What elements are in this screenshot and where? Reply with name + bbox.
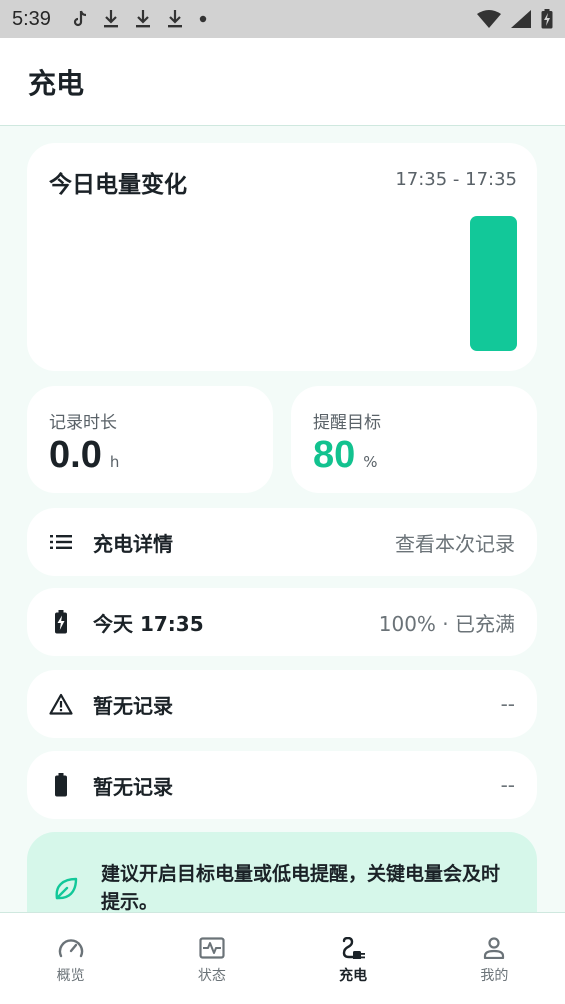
row-value: -- bbox=[500, 773, 515, 797]
record-duration-label: 记录时长 bbox=[49, 413, 117, 433]
reminder-target-label: 提醒目标 bbox=[313, 413, 381, 433]
download-icon bbox=[135, 10, 150, 28]
charge-details-row[interactable]: 充电详情 查看本次记录 bbox=[27, 508, 537, 576]
record-duration-unit: h bbox=[109, 453, 120, 471]
reminder-target-value: 80 bbox=[313, 434, 356, 476]
reminder-target-value-group: 80 % bbox=[313, 434, 378, 477]
download-icon bbox=[167, 10, 182, 28]
warning-icon bbox=[49, 692, 73, 716]
row-title: 今天 17:35 bbox=[93, 611, 204, 636]
gauge-icon bbox=[58, 939, 83, 958]
nav-label: 充电 bbox=[339, 968, 368, 984]
nav-label: 状态 bbox=[197, 968, 226, 984]
person-icon bbox=[484, 937, 505, 959]
nav-item-status[interactable]: 状态 bbox=[141, 913, 282, 1004]
nav-item-overview[interactable]: 概览 bbox=[0, 913, 141, 1004]
nav-item-charging[interactable]: 充电 bbox=[283, 913, 424, 1004]
row-value: 100% · 已充满 bbox=[378, 611, 515, 636]
row-value: -- bbox=[500, 692, 515, 716]
battery-change-chart-card: 今日电量变化 17:35 - 17:35 bbox=[27, 143, 537, 371]
nav-item-profile[interactable]: 我的 bbox=[424, 913, 565, 1004]
download-icon bbox=[103, 10, 118, 28]
nav-label: 概览 bbox=[56, 968, 85, 984]
battery-record-row[interactable]: 暂无记录 -- bbox=[27, 751, 537, 819]
reminder-target-unit: % bbox=[363, 453, 378, 471]
status-right-icons bbox=[477, 9, 553, 29]
leaf-icon bbox=[53, 876, 79, 906]
reminder-target-card[interactable]: 提醒目标 80 % bbox=[291, 386, 537, 493]
record-duration-value: 0.0 bbox=[49, 434, 102, 476]
status-time: 5:39 bbox=[12, 7, 51, 30]
app-bar: 充电 bbox=[0, 38, 565, 126]
signal-icon bbox=[511, 10, 531, 28]
reminder-tip-card: 建议开启目标电量或低电提醒，关键电量会及时提示。 bbox=[27, 832, 537, 912]
view-record-link[interactable]: 查看本次记录 bbox=[395, 528, 515, 557]
battery-charging-icon bbox=[49, 610, 73, 634]
record-duration-value-group: 0.0 h bbox=[49, 434, 119, 477]
row-title: 充电详情 bbox=[93, 531, 173, 556]
pulse-icon bbox=[199, 937, 225, 959]
page-title: 充电 bbox=[28, 66, 85, 100]
chart-time-range: 17:35 - 17:35 bbox=[395, 169, 517, 190]
status-bar: 5:39 bbox=[0, 0, 565, 38]
battery-icon bbox=[49, 773, 73, 797]
list-icon bbox=[49, 530, 73, 554]
charge-session-row[interactable]: 今天 17:35 100% · 已充满 bbox=[27, 588, 537, 656]
notification-icons bbox=[73, 9, 207, 29]
record-duration-card: 记录时长 0.0 h bbox=[27, 386, 273, 493]
wifi-icon bbox=[477, 10, 501, 28]
tip-text: 建议开启目标电量或低电提醒，关键电量会及时提示。 bbox=[101, 863, 501, 912]
plug-icon bbox=[342, 937, 366, 959]
chart-title: 今日电量变化 bbox=[49, 172, 187, 198]
nav-label: 我的 bbox=[480, 968, 509, 984]
main-content[interactable]: 今日电量变化 17:35 - 17:35 记录时长 0.0 h 提醒目标 80 … bbox=[0, 126, 565, 912]
tiktok-icon bbox=[73, 10, 87, 27]
dot-icon bbox=[199, 15, 207, 23]
row-title: 暂无记录 bbox=[93, 774, 173, 799]
row-title: 暂无记录 bbox=[93, 693, 173, 718]
battery-charging-icon bbox=[541, 9, 553, 29]
chart-bar-17-35 bbox=[470, 216, 517, 351]
warning-record-row[interactable]: 暂无记录 -- bbox=[27, 670, 537, 738]
bottom-navigation: 概览 状态 充电 我的 bbox=[0, 912, 565, 1004]
